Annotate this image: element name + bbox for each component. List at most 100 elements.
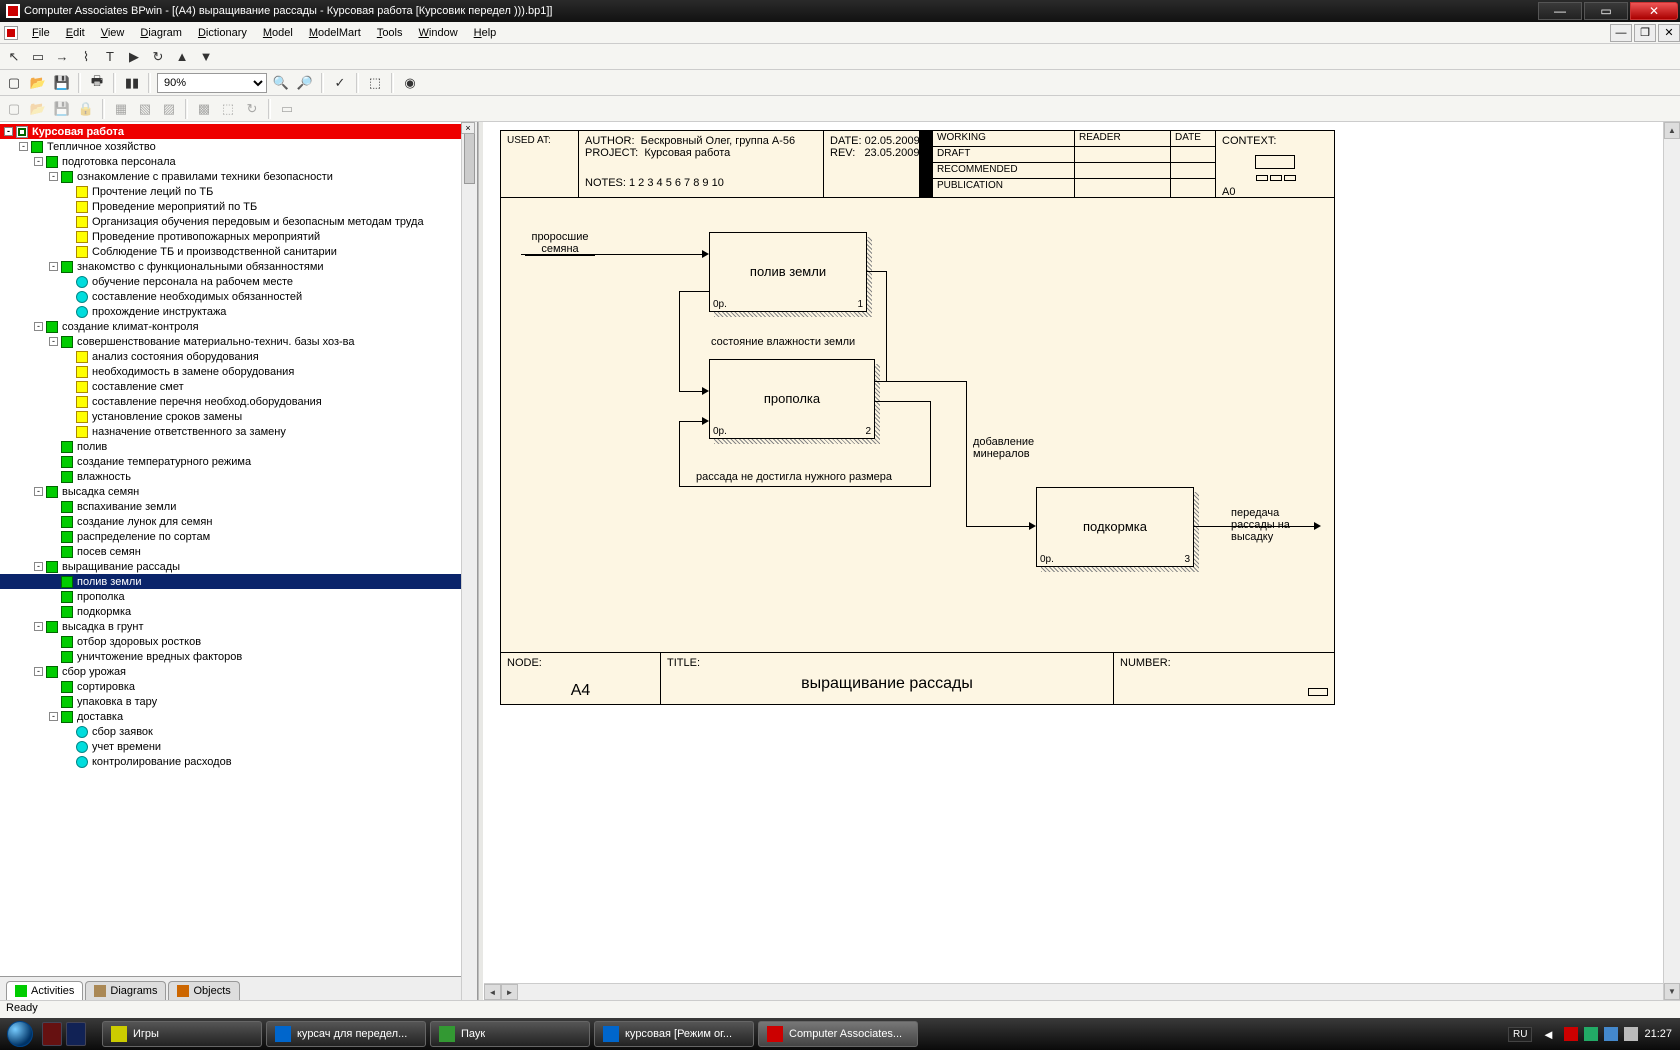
close-button[interactable]: ✕ — [1630, 2, 1678, 20]
tree-node[interactable]: -сбор урожая — [0, 664, 477, 679]
tree-node[interactable]: -совершенствование материально-технич. б… — [0, 334, 477, 349]
tree-node[interactable]: Прочтение леций по ТБ — [0, 184, 477, 199]
tree-node[interactable]: создание лунок для семян — [0, 514, 477, 529]
tree-node[interactable]: Соблюдение ТБ и производственной санитар… — [0, 244, 477, 259]
clock[interactable]: 21:27 — [1644, 1028, 1672, 1040]
reports-button[interactable]: ▮▮ — [122, 73, 142, 93]
menu-window[interactable]: Window — [411, 24, 466, 42]
tray-icon-volume[interactable] — [1624, 1027, 1638, 1041]
tree-node[interactable]: -высадка в грунт — [0, 619, 477, 634]
start-button[interactable] — [0, 1018, 40, 1050]
taskbar-item[interactable]: Паук — [430, 1021, 590, 1047]
expand-toggle[interactable]: - — [34, 667, 43, 676]
tree-node[interactable]: создание температурного режима — [0, 454, 477, 469]
mm-refresh[interactable]: ↻ — [242, 99, 262, 119]
down-tool[interactable]: ▼ — [196, 47, 216, 67]
tree-node[interactable]: -создание климат-контроля — [0, 319, 477, 334]
model-explorer-button[interactable]: ⬚ — [365, 73, 385, 93]
mm-last[interactable]: ▭ — [277, 99, 297, 119]
go-child-tool[interactable]: ↻ — [148, 47, 168, 67]
canvas-vscrollbar[interactable]: ▲ ▼ — [1663, 122, 1680, 1000]
taskbar-item[interactable]: Игры — [102, 1021, 262, 1047]
activity-tool[interactable]: ▭ — [28, 47, 48, 67]
tree-node[interactable]: -Тепличное хозяйство — [0, 139, 477, 154]
menu-modelmart[interactable]: ModelMart — [301, 24, 369, 42]
pointer-tool[interactable]: ↖ — [4, 47, 24, 67]
expand-toggle[interactable]: - — [34, 157, 43, 166]
tray-icon-2[interactable] — [1604, 1027, 1618, 1041]
quicklaunch-1[interactable] — [42, 1022, 62, 1046]
menu-view[interactable]: View — [93, 24, 133, 42]
zoom-in-button[interactable]: 🔍 — [271, 73, 291, 93]
menu-edit[interactable]: Edit — [58, 24, 93, 42]
text-tool[interactable]: T — [100, 47, 120, 67]
tree-node[interactable]: Организация обучения передовым и безопас… — [0, 214, 477, 229]
zoom-select[interactable]: 90% — [157, 73, 267, 93]
tree-node[interactable]: полив земли — [0, 574, 477, 589]
expand-toggle[interactable]: - — [34, 622, 43, 631]
modelmart-button[interactable]: ◉ — [400, 73, 420, 93]
tray-icon-1[interactable] — [1584, 1027, 1598, 1041]
tree-node[interactable]: -Курсовая работа — [0, 124, 477, 139]
expand-toggle[interactable]: - — [4, 127, 13, 136]
expand-toggle[interactable]: - — [34, 487, 43, 496]
tree-node[interactable]: сортировка — [0, 679, 477, 694]
menu-tools[interactable]: Tools — [369, 24, 411, 42]
menu-diagram[interactable]: Diagram — [132, 24, 190, 42]
tree-node[interactable]: упаковка в тару — [0, 694, 477, 709]
spellcheck-button[interactable]: ✓ — [330, 73, 350, 93]
mm-library[interactable]: ⬚ — [218, 99, 238, 119]
explorer-close-button[interactable]: × — [461, 122, 475, 134]
tree-node[interactable]: -подготовка персонала — [0, 154, 477, 169]
mdi-minimize-button[interactable]: — — [1610, 24, 1632, 42]
expand-toggle[interactable]: - — [19, 142, 28, 151]
canvas-hscrollbar[interactable]: ◄► — [484, 983, 1663, 1000]
expand-toggle[interactable]: - — [49, 172, 58, 181]
mm-review[interactable]: ▧ — [135, 99, 155, 119]
taskbar-item[interactable]: курсач для передел... — [266, 1021, 426, 1047]
tree-node[interactable]: -высадка семян — [0, 484, 477, 499]
activity-box-1[interactable]: полив земли 0р. 1 — [709, 232, 867, 312]
mm-version[interactable]: ▩ — [194, 99, 214, 119]
tree-node[interactable]: составление смет — [0, 379, 477, 394]
print-button[interactable]: 🖶 — [87, 73, 107, 93]
mm-save[interactable]: 💾 — [52, 99, 72, 119]
tree-node[interactable]: контролирование расходов — [0, 754, 477, 769]
tree-node[interactable]: распределение по сортам — [0, 529, 477, 544]
tab-activities[interactable]: Activities — [6, 981, 83, 1000]
mm-connect[interactable]: ▢ — [4, 99, 24, 119]
arrow-tool[interactable]: → — [52, 47, 72, 67]
expand-toggle[interactable]: - — [49, 337, 58, 346]
tab-objects[interactable]: Objects — [168, 981, 239, 1000]
expand-toggle[interactable]: - — [34, 562, 43, 571]
tree-node[interactable]: составление перечня необход.оборудования — [0, 394, 477, 409]
language-indicator[interactable]: RU — [1508, 1027, 1532, 1042]
tree-node[interactable]: назначение ответственного за замену — [0, 424, 477, 439]
menu-help[interactable]: Help — [466, 24, 505, 42]
new-button[interactable]: ▢ — [4, 73, 24, 93]
tree-node[interactable]: необходимость в замене оборудования — [0, 364, 477, 379]
quicklaunch-2[interactable] — [66, 1022, 86, 1046]
go-parent-tool[interactable]: ▶ — [124, 47, 144, 67]
tray-icon-av[interactable] — [1564, 1027, 1578, 1041]
activity-box-2[interactable]: прополка 0р. 2 — [709, 359, 875, 439]
tree-node[interactable]: подкормка — [0, 604, 477, 619]
tree-node[interactable]: составление необходимых обязанностей — [0, 289, 477, 304]
mm-open[interactable]: 📂 — [28, 99, 48, 119]
squiggle-tool[interactable]: ⌇ — [76, 47, 96, 67]
activity-box-3[interactable]: подкормка 0р. 3 — [1036, 487, 1194, 567]
tab-diagrams[interactable]: Diagrams — [85, 981, 166, 1000]
up-tool[interactable]: ▲ — [172, 47, 192, 67]
minimize-button[interactable]: — — [1538, 2, 1582, 20]
zoom-out-button[interactable]: 🔎 — [295, 73, 315, 93]
tree-node[interactable]: -выращивание рассады — [0, 559, 477, 574]
tree-node[interactable]: анализ состояния оборудования — [0, 349, 477, 364]
tree-node[interactable]: установление сроков замены — [0, 409, 477, 424]
mm-merge[interactable]: ▦ — [111, 99, 131, 119]
expand-toggle[interactable]: - — [34, 322, 43, 331]
expand-toggle[interactable]: - — [49, 262, 58, 271]
tree-node[interactable]: -знакомство с функциональными обязанност… — [0, 259, 477, 274]
tree-node[interactable]: -доставка — [0, 709, 477, 724]
diagram-canvas[interactable]: USED AT: AUTHOR: Бескровный Олег, группа… — [484, 122, 1680, 1000]
tree-node[interactable]: сбор заявок — [0, 724, 477, 739]
